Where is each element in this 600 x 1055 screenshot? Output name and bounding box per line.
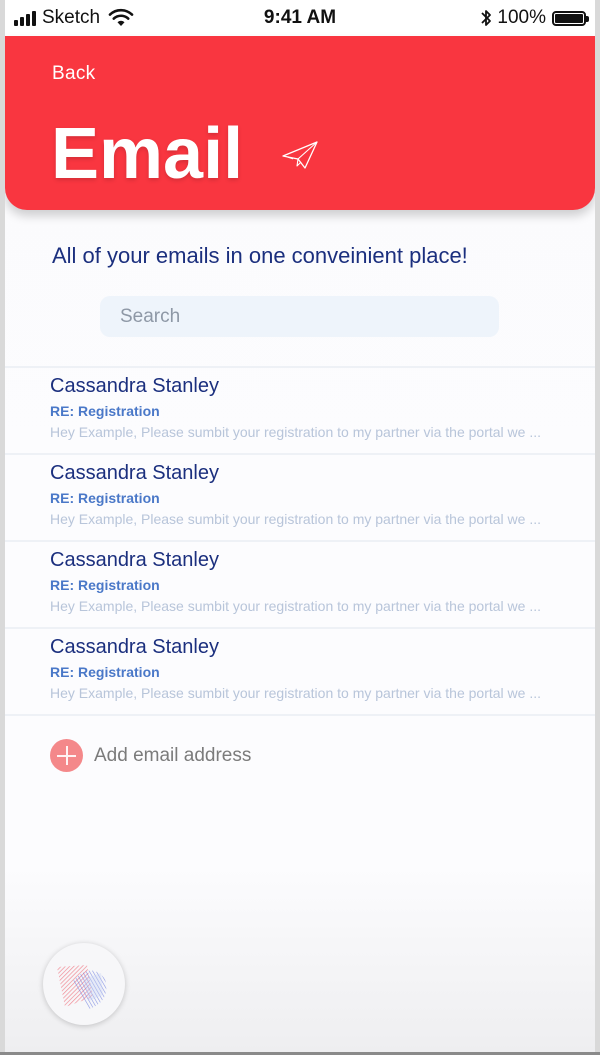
email-preview: Hey Example, Please sumbit your registra… xyxy=(50,685,541,701)
header-banner: Back Email xyxy=(5,36,595,210)
email-subject: RE: Registration xyxy=(50,664,160,680)
search-input[interactable] xyxy=(100,296,499,337)
battery-percentage: 100% xyxy=(497,7,546,28)
email-sender: Cassandra Stanley xyxy=(50,549,219,571)
add-email-address-label: Add email address xyxy=(94,744,252,766)
plus-circle-icon xyxy=(50,739,83,772)
paper-plane-icon xyxy=(282,141,318,169)
status-bar: Sketch 9:41 AM 100% xyxy=(0,0,600,36)
email-subject: RE: Registration xyxy=(50,403,160,419)
phone-screen: Sketch 9:41 AM 100% Back Email All of yo… xyxy=(0,0,600,1055)
bluetooth-icon xyxy=(481,10,492,26)
email-list-item[interactable]: Cassandra Stanley RE: Registration Hey E… xyxy=(5,627,595,716)
email-sender: Cassandra Stanley xyxy=(50,375,219,397)
email-sender: Cassandra Stanley xyxy=(50,462,219,484)
email-sender: Cassandra Stanley xyxy=(50,636,219,658)
page-subtitle: All of your emails in one conveinient pl… xyxy=(52,243,468,268)
email-list-item[interactable]: Cassandra Stanley RE: Registration Hey E… xyxy=(5,453,595,540)
device-frame-left xyxy=(0,0,5,1055)
email-list-item[interactable]: Cassandra Stanley RE: Registration Hey E… xyxy=(5,366,595,453)
siri-orb-icon xyxy=(57,965,107,1009)
email-preview: Hey Example, Please sumbit your registra… xyxy=(50,511,541,527)
email-subject: RE: Registration xyxy=(50,577,160,593)
status-bar-right: 100% xyxy=(479,7,589,29)
page-title: Email xyxy=(51,114,244,194)
email-preview: Hey Example, Please sumbit your registra… xyxy=(50,424,541,440)
email-list-item[interactable]: Cassandra Stanley RE: Registration Hey E… xyxy=(5,540,595,627)
siri-button[interactable] xyxy=(43,943,125,1025)
battery-icon xyxy=(552,10,589,26)
back-button[interactable]: Back xyxy=(52,63,95,85)
email-list: Cassandra Stanley RE: Registration Hey E… xyxy=(5,366,595,716)
device-frame-right xyxy=(595,0,600,1055)
email-preview: Hey Example, Please sumbit your registra… xyxy=(50,598,541,614)
add-email-address-button[interactable]: Add email address xyxy=(50,739,251,772)
email-subject: RE: Registration xyxy=(50,490,160,506)
